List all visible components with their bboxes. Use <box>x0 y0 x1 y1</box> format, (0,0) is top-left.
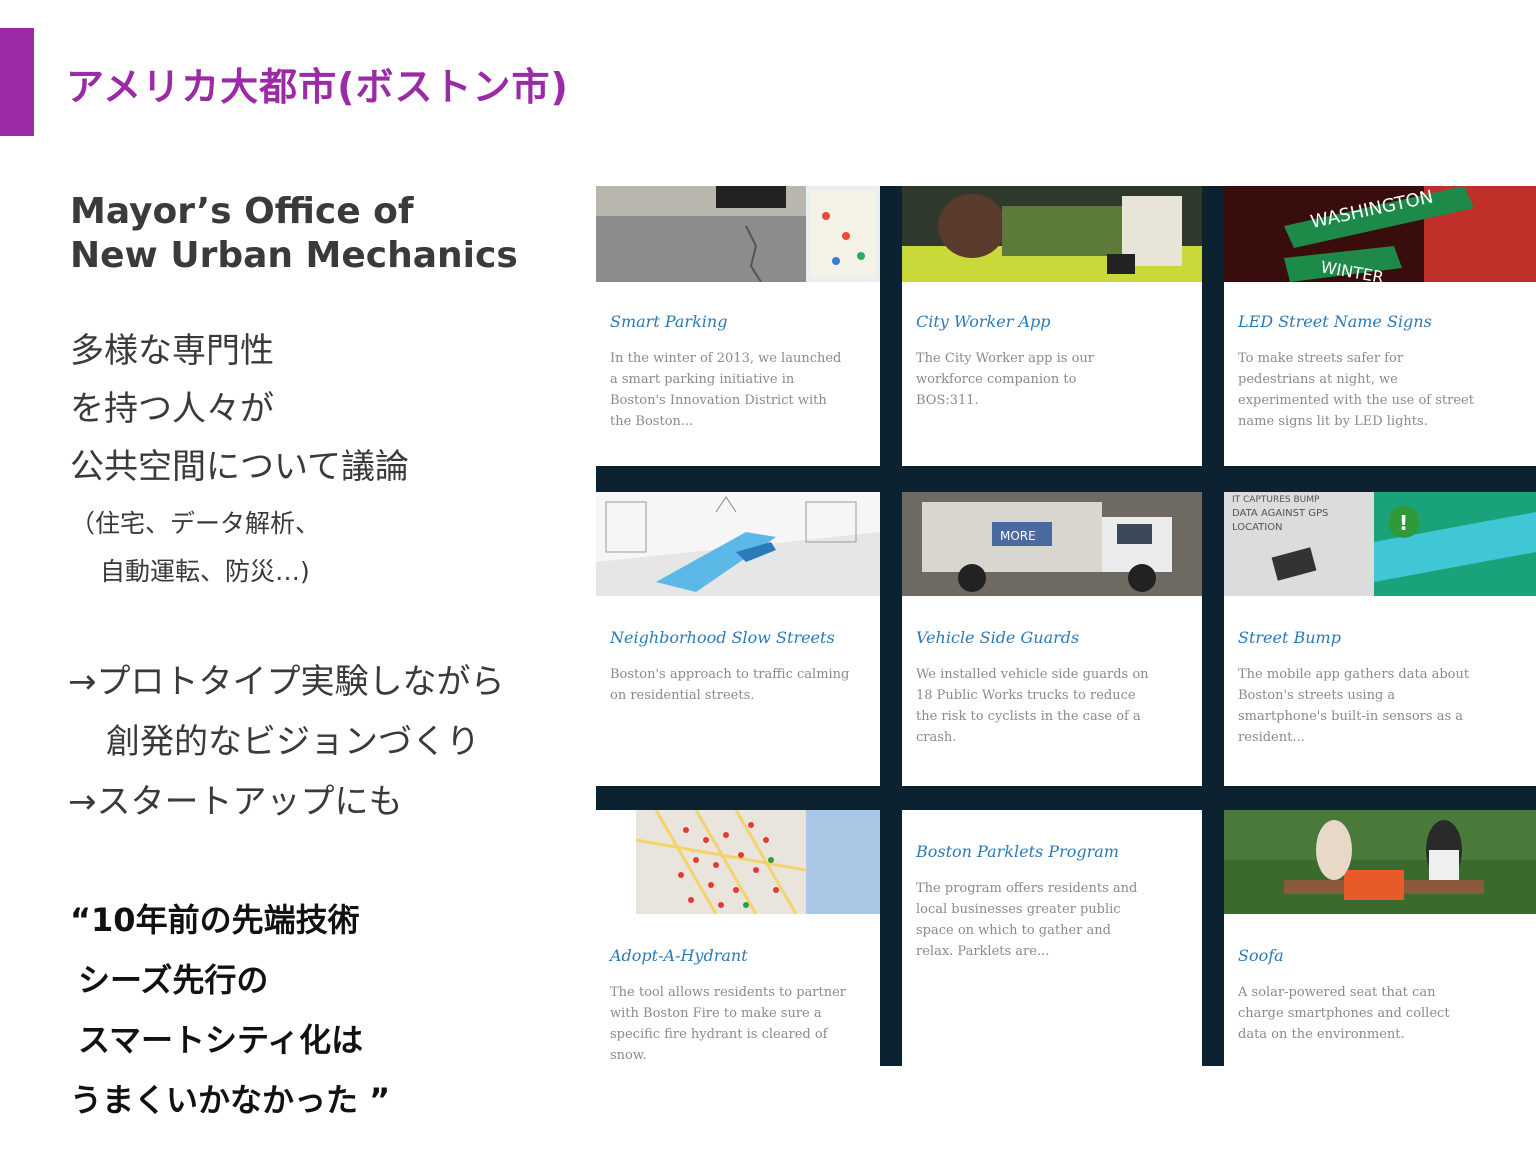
quote: “10年前の先端技術 シーズ先行の スマートシティ化は うまくいかなかった ” <box>70 890 390 1130</box>
card-vehicle-side-guards[interactable]: MORE Vehicle Side Guards We installed ve… <box>902 492 1202 786</box>
bump-caption-line: LOCATION <box>1232 522 1283 533</box>
street-bump-image: ! IT CAPTURES BUMP DATA AGAINST GPS LOCA… <box>1224 492 1536 596</box>
card-title: Neighborhood Slow Streets <box>610 628 835 647</box>
card-text: We installed vehicle side guards on 18 P… <box>916 667 1149 745</box>
card-street-bump[interactable]: ! IT CAPTURES BUMP DATA AGAINST GPS LOCA… <box>1224 492 1536 786</box>
svg-text:!: ! <box>1399 511 1408 535</box>
quote-line: シーズ先行の <box>78 961 269 999</box>
card-adopt-a-hydrant[interactable]: Adopt-A-Hydrant The tool allows resident… <box>596 810 880 1066</box>
card-soofa[interactable]: Soofa A solar-powered seat that can char… <box>1224 810 1536 1066</box>
bullet-points: →プロトタイプ実験しながら 創発的なビジョンづくり →スタートアップにも <box>68 652 505 832</box>
card-text: In the winter of 2013, we launched a sma… <box>610 351 842 429</box>
bullet-line: →プロトタイプ実験しながら <box>68 662 505 702</box>
quote-line: うまくいかなかった ” <box>70 1081 391 1119</box>
card-title: Street Bump <box>1238 628 1341 647</box>
org-name: Mayor’s Office of New Urban Mechanics <box>70 190 518 278</box>
title-accent-bar <box>0 28 34 136</box>
smart-parking-image <box>596 186 880 282</box>
led-signs-image: WASHINGTON WINTER <box>1224 186 1536 282</box>
card-boston-parklets-program[interactable]: Boston Parklets Program The program offe… <box>902 810 1202 1066</box>
card-text: The program offers residents and local b… <box>916 881 1138 959</box>
truck-label-text: MORE <box>1000 529 1036 543</box>
city-worker-image <box>902 186 1202 282</box>
bullet-line: →スタートアップにも <box>68 782 403 822</box>
description-line: 公共空間について議論 <box>70 447 409 487</box>
card-text: To make streets safer for pedestrians at… <box>1238 351 1474 429</box>
card-text: Boston's approach to traffic calming on … <box>610 667 850 703</box>
card-text: The tool allows residents to partner wit… <box>610 985 846 1063</box>
soofa-image <box>1224 810 1536 914</box>
org-name-line2: New Urban Mechanics <box>70 235 518 276</box>
project-grid: Smart Parking In the winter of 2013, we … <box>596 186 1536 1066</box>
card-title: Vehicle Side Guards <box>916 628 1080 647</box>
card-title: LED Street Name Signs <box>1238 312 1432 331</box>
card-smart-parking[interactable]: Smart Parking In the winter of 2013, we … <box>596 186 880 466</box>
description-example-line: （住宅、データ解析、 <box>70 509 321 538</box>
card-neighborhood-slow-streets[interactable]: Neighborhood Slow Streets Boston's appro… <box>596 492 880 786</box>
bump-caption-line: DATA AGAINST GPS <box>1232 508 1328 519</box>
side-guards-image: MORE <box>902 492 1202 596</box>
bullet-line: 創発的なビジョンづくり <box>106 722 480 762</box>
card-title: Smart Parking <box>610 312 728 331</box>
card-title: Adopt-A-Hydrant <box>610 946 748 965</box>
description-example-line: 自動運転、防災…) <box>100 557 310 586</box>
org-name-line1: Mayor’s Office of <box>70 191 414 232</box>
quote-line: スマートシティ化は <box>78 1021 364 1059</box>
description: 多様な専門性 を持つ人々が 公共空間について議論 <box>70 322 409 496</box>
card-text: The mobile app gathers data about Boston… <box>1238 667 1470 745</box>
description-line: を持つ人々が <box>70 389 274 429</box>
description-line: 多様な専門性 <box>70 331 274 371</box>
hydrant-map-image <box>596 810 880 914</box>
card-text: The City Worker app is our workforce com… <box>916 351 1095 408</box>
card-text: A solar-powered seat that can charge sma… <box>1238 985 1450 1042</box>
quote-line: “10年前の先端技術 <box>70 901 360 939</box>
bump-caption-line: IT CAPTURES BUMP <box>1232 495 1320 505</box>
card-city-worker-app[interactable]: City Worker App The City Worker app is o… <box>902 186 1202 466</box>
slide-title: アメリカ大都市(ボストン市) <box>66 65 569 109</box>
description-examples: （住宅、データ解析、 自動運転、防災…) <box>70 500 320 596</box>
card-title: Boston Parklets Program <box>916 842 1119 861</box>
slow-streets-image <box>596 492 880 596</box>
card-led-street-name-signs[interactable]: WASHINGTON WINTER LED Street Name Signs … <box>1224 186 1536 466</box>
card-title: Soofa <box>1238 946 1284 965</box>
card-title: City Worker App <box>916 312 1051 331</box>
